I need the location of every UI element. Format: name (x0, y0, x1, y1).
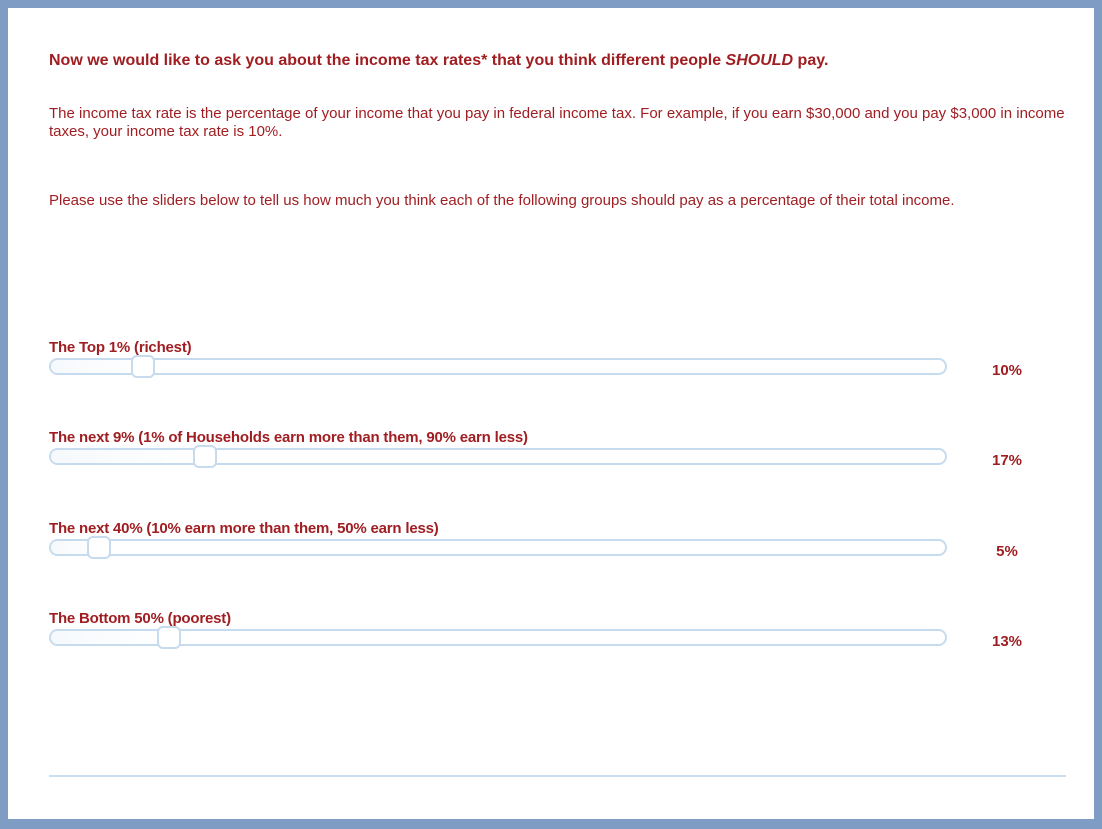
survey-heading: Now we would like to ask you about the i… (49, 52, 828, 70)
heading-prefix: Now we would like to ask you about the i… (49, 52, 726, 69)
bottom-divider (49, 775, 1066, 777)
slider-value: 5% (996, 543, 1018, 560)
slider-top-1: The Top 1% (richest) 10% (49, 339, 1049, 389)
slider-thumb[interactable] (157, 626, 181, 649)
slider-track[interactable] (49, 355, 947, 378)
heading-suffix: pay. (793, 52, 829, 69)
slider-value: 17% (991, 452, 1023, 469)
slider-label: The next 40% (10% earn more than them, 5… (49, 520, 439, 537)
slider-value: 10% (991, 362, 1023, 379)
slider-fill (51, 360, 144, 373)
slider-track[interactable] (49, 445, 947, 468)
survey-panel: Now we would like to ask you about the i… (8, 8, 1094, 819)
instructions-text: Please use the sliders below to tell us … (49, 192, 955, 209)
slider-label: The next 9% (1% of Households earn more … (49, 429, 528, 446)
slider-thumb[interactable] (131, 355, 156, 378)
window-frame: Now we would like to ask you about the i… (0, 0, 1102, 829)
slider-track[interactable] (49, 626, 947, 649)
slider-next-40: The next 40% (10% earn more than them, 5… (49, 520, 1049, 570)
definition-text: The income tax rate is the percentage of… (49, 105, 1065, 140)
slider-fill (51, 450, 205, 463)
heading-emphasis: SHOULD (725, 52, 794, 69)
slider-thumb[interactable] (87, 536, 112, 559)
slider-label: The Bottom 50% (poorest) (49, 610, 231, 627)
slider-fill (51, 631, 169, 644)
slider-track[interactable] (49, 536, 947, 559)
slider-next-9: The next 9% (1% of Households earn more … (49, 429, 1049, 479)
slider-thumb[interactable] (192, 445, 217, 468)
slider-value: 13% (991, 633, 1023, 650)
slider-label: The Top 1% (richest) (49, 339, 192, 356)
slider-bottom-50: The Bottom 50% (poorest) 13% (49, 610, 1049, 660)
